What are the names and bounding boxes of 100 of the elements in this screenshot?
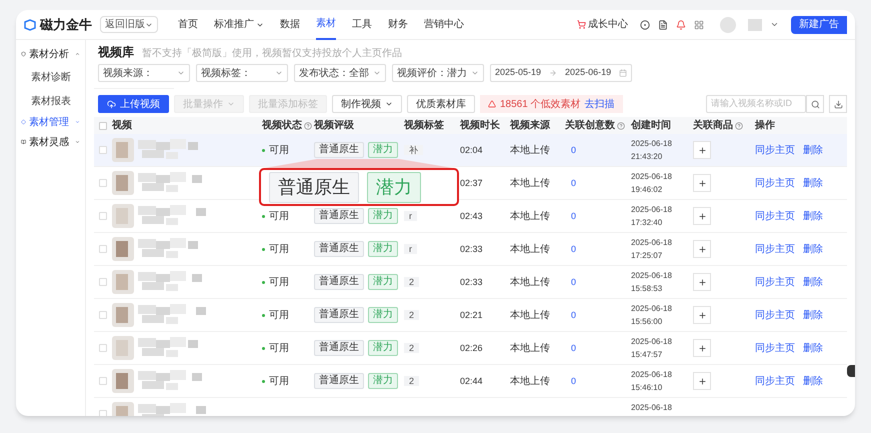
row-action-link[interactable]: 删除 — [803, 340, 823, 356]
filter-select[interactable]: 视频评价：潜力 — [392, 64, 484, 82]
row-action-link[interactable]: 删除 — [803, 176, 823, 190]
table-row[interactable]: 可用 普通原生 潜力 补 02:04 本地上传 0 2025-06-18 21:43:20 同步主页 删除 — [94, 134, 847, 167]
download-button[interactable] — [829, 95, 847, 113]
row-action-link[interactable]: 删除 — [803, 308, 823, 322]
add-product-button[interactable] — [693, 339, 711, 357]
page-subtitle: 暂不支持「极简版」使用，视频暂仅支持投放个人主页作品 — [142, 46, 402, 61]
row-checkbox[interactable] — [99, 179, 107, 187]
nav-tab[interactable]: 财务 — [388, 10, 408, 40]
video-tag: 2 — [404, 376, 420, 386]
rating-tag: 潜力 — [367, 172, 421, 202]
toolbar-button[interactable]: 制作视频 — [332, 95, 402, 113]
help-icon — [304, 122, 312, 130]
nav-tab[interactable]: 数据 — [280, 10, 300, 40]
sidebar-subitem[interactable]: 素材诊断 — [16, 68, 85, 88]
creative-count-link[interactable]: 0 — [571, 178, 576, 188]
creative-count-link[interactable]: 0 — [571, 310, 576, 320]
row-action-link[interactable]: 删除 — [803, 274, 823, 290]
toolbar-button[interactable]: 上传视频 — [98, 95, 169, 113]
row-action-link[interactable]: 删除 — [803, 208, 823, 224]
sidebar-item[interactable]: 素材分析 — [16, 44, 85, 64]
search-field[interactable]: 请输入视频名称或ID — [706, 95, 806, 113]
add-product-button[interactable] — [693, 141, 711, 159]
duration-text: 02:26 — [460, 342, 483, 352]
target-icon[interactable] — [640, 20, 650, 30]
sidebar-item[interactable]: 素材管理 — [16, 112, 85, 132]
header-checkbox[interactable] — [99, 122, 107, 130]
sidebar-item[interactable]: 素材灵感 — [16, 132, 85, 152]
creative-count-link[interactable]: 0 — [571, 244, 576, 254]
creative-count-link[interactable]: 0 — [571, 210, 576, 220]
floating-tool-icon[interactable] — [847, 365, 855, 377]
duration-text: 02:33 — [460, 244, 483, 254]
rating-tag: 普通原生 — [314, 373, 364, 389]
rating-tag: 潜力 — [368, 373, 398, 389]
created-time: 15:47:57 — [631, 349, 664, 361]
created-date: 2025-06-18 — [631, 171, 673, 183]
filter-select[interactable]: 视频来源： — [98, 64, 190, 82]
row-checkbox[interactable] — [99, 311, 107, 319]
account-blur — [748, 18, 762, 30]
created-time: 15:56:00 — [631, 316, 664, 328]
notice-text: 18561 个低效素材 — [500, 98, 581, 112]
row-action-link[interactable]: 删除 — [803, 242, 823, 256]
row-action-link[interactable]: 同步主页 — [755, 340, 795, 356]
created-date: 2025-06-18 — [631, 138, 673, 150]
sidebar-subitem[interactable]: 素材报表 — [16, 92, 85, 112]
source-text: 本地上传 — [510, 210, 550, 222]
row-checkbox[interactable] — [99, 245, 107, 253]
bell-icon[interactable] — [676, 20, 686, 30]
search-button[interactable] — [806, 95, 824, 113]
add-product-button[interactable] — [693, 372, 711, 390]
date-range-field[interactable]: 2025-05-19 2025-06-19 — [490, 64, 632, 82]
caret-icon[interactable] — [770, 20, 779, 29]
add-product-button[interactable] — [693, 273, 711, 291]
row-action-link[interactable]: 同步主页 — [755, 374, 795, 388]
creative-count-link[interactable]: 0 — [571, 144, 576, 154]
nav-tab[interactable]: 标准推广 — [214, 10, 264, 40]
row-checkbox[interactable] — [99, 278, 107, 286]
creative-count-link[interactable]: 0 — [571, 376, 576, 386]
row-checkbox[interactable] — [99, 344, 107, 352]
add-product-button[interactable] — [693, 207, 711, 225]
row-action-link[interactable]: 同步主页 — [755, 308, 795, 322]
row-checkbox[interactable] — [99, 410, 107, 416]
rating-tag: 普通原生 — [314, 241, 364, 257]
video-tag: 补 — [404, 144, 423, 154]
add-product-button[interactable] — [693, 240, 711, 258]
filter-select[interactable]: 视频标签： — [196, 64, 288, 82]
document-icon[interactable] — [658, 20, 668, 30]
row-checkbox[interactable] — [99, 212, 107, 220]
row-action-link[interactable]: 同步主页 — [755, 274, 795, 290]
row-checkbox[interactable] — [99, 146, 107, 154]
row-action-link[interactable]: 删除 — [803, 374, 823, 388]
plus-icon — [698, 244, 706, 254]
rating-tag: 潜力 — [368, 274, 398, 290]
row-action-link[interactable]: 同步主页 — [755, 242, 795, 256]
created-time: 15:46:10 — [631, 382, 664, 394]
creative-count-link[interactable]: 0 — [571, 276, 576, 286]
nav-tab[interactable]: 工具 — [352, 10, 372, 40]
new-ad-button[interactable]: 新建广告 — [791, 16, 847, 34]
row-checkbox[interactable] — [99, 377, 107, 385]
toolbar-button[interactable]: 优质素材库 — [407, 95, 475, 113]
creative-count-link[interactable]: 0 — [571, 342, 576, 352]
nav-tab[interactable]: 素材 — [316, 10, 336, 40]
nav-tab[interactable]: 营销中心 — [424, 10, 464, 40]
growth-center-link[interactable]: 成长中心 — [577, 17, 628, 32]
row-action-link[interactable]: 同步主页 — [755, 142, 795, 158]
version-switch[interactable]: 返回旧版 — [100, 16, 158, 33]
add-product-button[interactable] — [693, 174, 711, 192]
nav-tab[interactable]: 首页 — [178, 10, 198, 40]
row-action-link[interactable]: 同步主页 — [755, 208, 795, 224]
rating-tag: 普通原生 — [314, 274, 364, 290]
rating-tag: 普通原生 — [314, 142, 364, 158]
filter-select[interactable]: 发布状态：全部 — [294, 64, 386, 82]
created-time: 15:58:53 — [631, 283, 664, 295]
add-product-button[interactable] — [693, 306, 711, 324]
grid-icon[interactable] — [694, 20, 704, 30]
row-action-link[interactable]: 删除 — [803, 142, 823, 158]
scan-link[interactable]: 去扫描 — [584, 96, 615, 112]
duration-text: 02:21 — [460, 310, 483, 320]
row-action-link[interactable]: 同步主页 — [755, 176, 795, 190]
